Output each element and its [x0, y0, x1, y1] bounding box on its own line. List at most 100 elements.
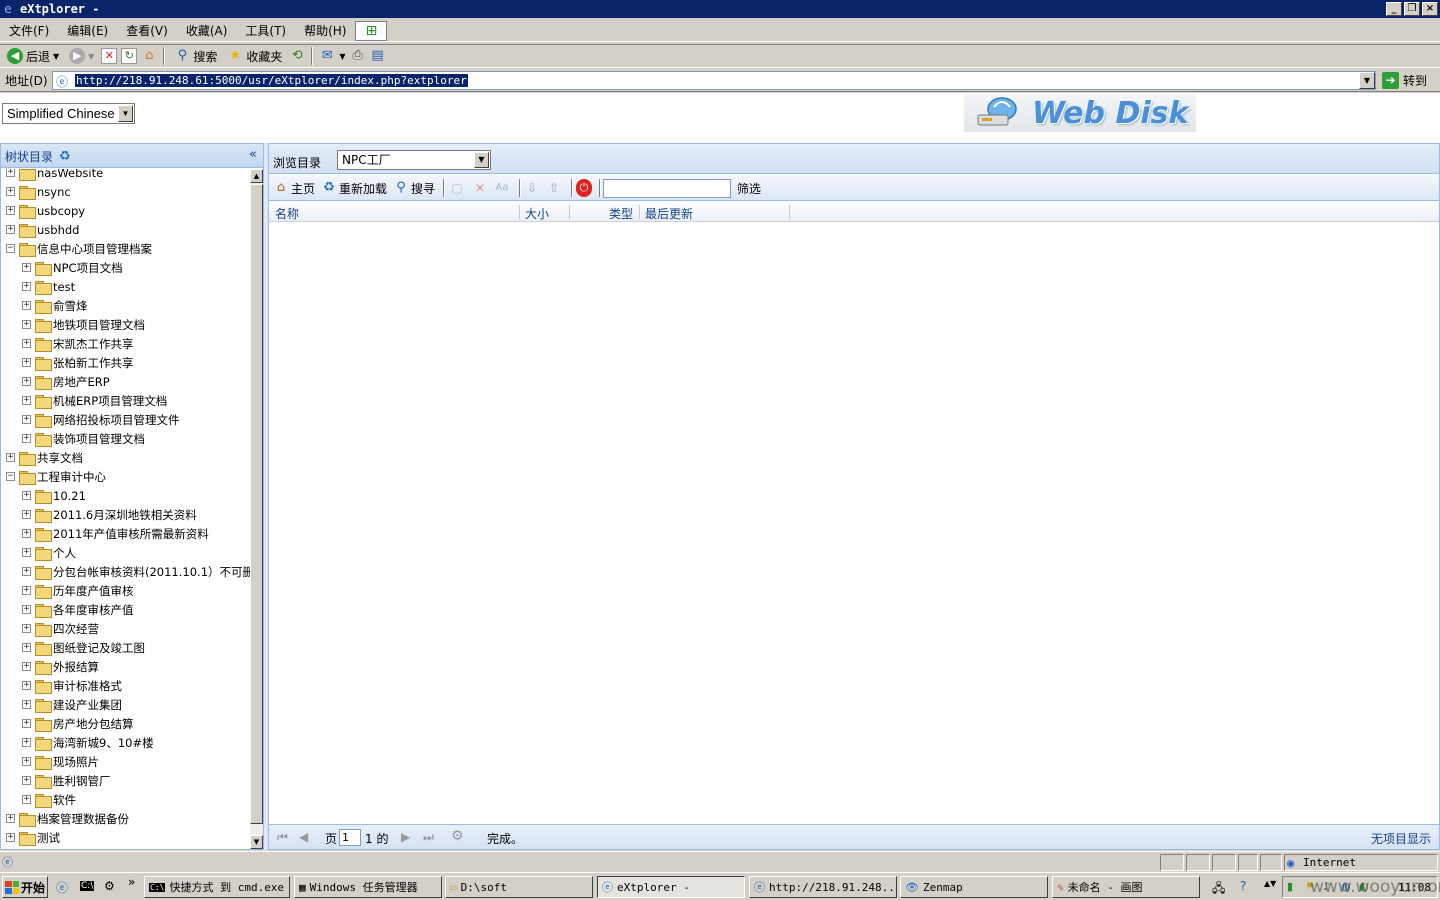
- tree-node[interactable]: + 房产地分包结算: [22, 714, 134, 733]
- task-zenmap[interactable]: 👁 Zenmap: [900, 876, 1048, 898]
- tree-node[interactable]: +10.21: [22, 486, 86, 505]
- tree-node[interactable]: + 房地产ERP: [22, 372, 110, 391]
- stop-icon[interactable]: ✕: [101, 48, 118, 64]
- expand-toggle-icon[interactable]: +: [22, 567, 31, 576]
- tree-node[interactable]: + 四次经营: [22, 619, 99, 638]
- tree-node[interactable]: + 俞雪烽: [22, 296, 88, 315]
- tree-node[interactable]: + 机械ERP项目管理文档: [22, 391, 167, 410]
- tree-node[interactable]: + 外报结算: [22, 657, 99, 676]
- tree-node[interactable]: + 装饰项目管理文档: [22, 429, 145, 448]
- column-name[interactable]: 名称: [275, 205, 299, 222]
- address-url[interactable]: http://218.91.248.61:5000/usr/eXtplorer/…: [75, 74, 468, 87]
- help-icon[interactable]: ?: [1240, 879, 1246, 893]
- restore-button[interactable]: ❐: [1404, 2, 1420, 16]
- task-extplorer[interactable]: ⓔ eXtplorer -: [597, 876, 745, 898]
- scroll-down-icon[interactable]: ▼: [250, 835, 263, 849]
- network-icon[interactable]: 🖧: [1212, 879, 1225, 900]
- tree-node[interactable]: + usbhdd: [6, 220, 79, 239]
- address-dropdown-icon[interactable]: ▼: [1359, 72, 1375, 89]
- tree-node[interactable]: + 各年度审核产值: [22, 600, 134, 619]
- column-separator[interactable]: [569, 205, 570, 219]
- expand-toggle-icon[interactable]: +: [22, 434, 31, 443]
- expand-toggle-icon[interactable]: +: [6, 169, 15, 177]
- tree-node[interactable]: + usbcopy: [6, 201, 85, 220]
- home-button[interactable]: ⌂ 主页: [273, 179, 315, 197]
- new-file-icon[interactable]: ▢: [449, 179, 465, 197]
- reload-tree-icon[interactable]: ♻: [59, 149, 71, 164]
- menu-help[interactable]: 帮助(H): [295, 20, 355, 42]
- minimize-button[interactable]: _: [1386, 2, 1402, 16]
- tree-node[interactable]: + 建设产业集团: [22, 695, 122, 714]
- menu-tools[interactable]: 工具(T): [236, 20, 295, 42]
- chevron-down-icon[interactable]: ▼: [118, 105, 133, 122]
- directory-select[interactable]: NPC工厂 ▼: [337, 150, 491, 170]
- quicklaunch-tools-icon[interactable]: ⚙: [104, 879, 115, 893]
- next-page-icon[interactable]: ▶: [401, 830, 410, 844]
- expand-toggle-icon[interactable]: +: [22, 339, 31, 348]
- task-folder[interactable]: ▭ D:\soft: [445, 876, 593, 898]
- refresh-gear-icon[interactable]: ⚙: [451, 828, 464, 844]
- expand-toggle-icon[interactable]: +: [22, 624, 31, 633]
- refresh-icon[interactable]: ↻: [121, 48, 138, 64]
- expand-toggle-icon[interactable]: +: [22, 510, 31, 519]
- collapse-toggle-icon[interactable]: −: [6, 244, 15, 253]
- rename-icon[interactable]: Aa: [494, 179, 510, 197]
- expand-toggle-icon[interactable]: +: [22, 377, 31, 386]
- task-http[interactable]: ⓔ http://218.91.248...: [749, 876, 897, 898]
- filter-input[interactable]: [603, 179, 731, 198]
- file-grid[interactable]: [269, 223, 1439, 823]
- tree-node[interactable]: + 现场照片: [22, 752, 99, 771]
- expand-toggle-icon[interactable]: +: [22, 415, 31, 424]
- column-type[interactable]: 类型: [609, 205, 633, 222]
- tree-node[interactable]: + NPC项目文档: [22, 258, 123, 277]
- tree-node[interactable]: + 网络招投标项目管理文件: [22, 410, 180, 429]
- tree-node[interactable]: + 共享文档: [6, 448, 83, 467]
- upload-icon[interactable]: ⇧: [546, 179, 562, 197]
- reload-button[interactable]: ♻ 重新加载: [321, 179, 387, 197]
- expand-toggle-icon[interactable]: +: [22, 757, 31, 766]
- last-page-icon[interactable]: ⏭: [423, 830, 434, 845]
- menu-file[interactable]: 文件(F): [0, 20, 58, 42]
- expand-toggle-icon[interactable]: +: [6, 814, 15, 823]
- mail-dropdown-icon[interactable]: ▼: [339, 52, 345, 61]
- expand-toggle-icon[interactable]: +: [6, 833, 15, 842]
- edit-page-icon[interactable]: ▤: [370, 48, 386, 64]
- column-separator[interactable]: [519, 205, 520, 219]
- expand-toggle-icon[interactable]: +: [22, 643, 31, 652]
- home-icon[interactable]: ⌂: [141, 48, 157, 64]
- tree-node[interactable]: + 软件: [22, 790, 76, 809]
- expand-toggle-icon[interactable]: +: [22, 605, 31, 614]
- expand-toggle-icon[interactable]: +: [22, 491, 31, 500]
- expand-toggle-icon[interactable]: +: [22, 548, 31, 557]
- download-icon[interactable]: ⇩: [524, 179, 540, 197]
- prev-page-icon[interactable]: ◀: [299, 830, 308, 844]
- tree-node[interactable]: + 胜利钢管厂: [22, 771, 111, 790]
- page-number-input[interactable]: 1: [339, 829, 361, 846]
- scroll-thumb[interactable]: [250, 184, 263, 824]
- tray-monitor-icon[interactable]: ▮: [1287, 880, 1293, 893]
- mail-icon[interactable]: ✉: [319, 48, 335, 64]
- expand-toggle-icon[interactable]: +: [22, 700, 31, 709]
- tree-node[interactable]: + 宋凯杰工作共享: [22, 334, 134, 353]
- menu-edit[interactable]: 编辑(E): [58, 20, 117, 42]
- expand-toggle-icon[interactable]: +: [22, 263, 31, 272]
- language-select[interactable]: Simplified Chinese ▼: [2, 103, 135, 124]
- task-paint[interactable]: ✎ 未命名 - 画图: [1052, 876, 1200, 898]
- tree-node[interactable]: + nasWebsite: [6, 169, 103, 182]
- back-button[interactable]: ◀ 后退 ▼: [4, 45, 62, 67]
- quicklaunch-cmd-icon[interactable]: C:\: [80, 881, 95, 891]
- quicklaunch-ie-icon[interactable]: ⓔ: [56, 879, 68, 896]
- column-separator[interactable]: [639, 205, 640, 219]
- scroll-up-icon[interactable]: ▲: [250, 169, 263, 183]
- search-files-button[interactable]: ⚲ 搜寻: [393, 179, 435, 197]
- expand-toggle-icon[interactable]: +: [22, 529, 31, 538]
- quicklaunch-more-icon[interactable]: »: [128, 875, 135, 889]
- tree-node[interactable]: + 档案管理数据备份: [6, 809, 129, 828]
- tree-node[interactable]: + 图纸登记及竣工图: [22, 638, 145, 657]
- tree-node[interactable]: + test: [22, 277, 75, 296]
- search-button[interactable]: ⚲ 搜索: [171, 45, 220, 67]
- tree-node[interactable]: + 测试: [6, 828, 60, 847]
- expand-toggle-icon[interactable]: +: [22, 586, 31, 595]
- collapse-toggle-icon[interactable]: −: [6, 472, 15, 481]
- logout-power-icon[interactable]: ⏻: [576, 179, 592, 197]
